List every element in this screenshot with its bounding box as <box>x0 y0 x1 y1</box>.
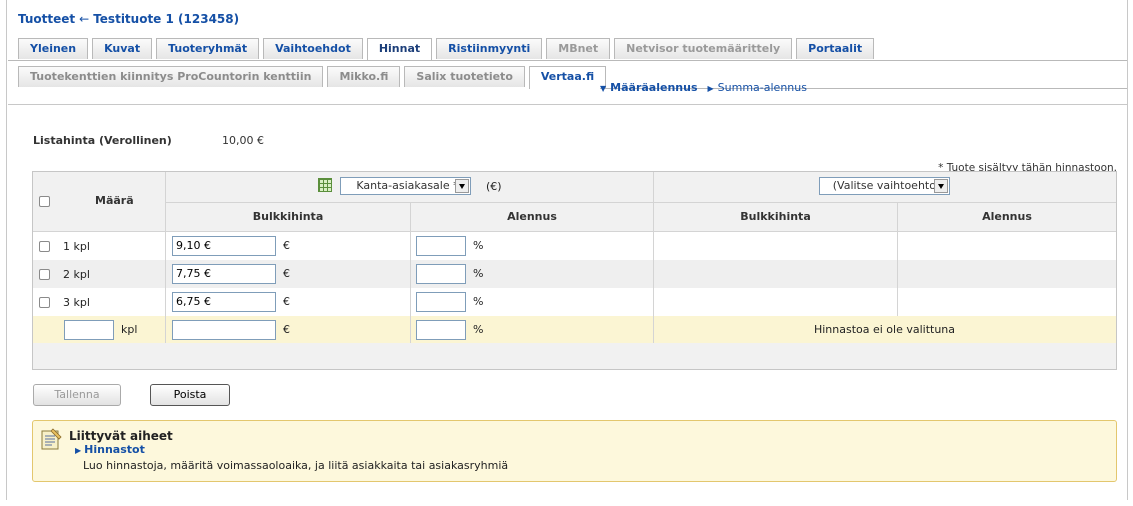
header-quantity-cell: Määrä <box>33 172 165 232</box>
header-bulk-left: Bulkkihinta <box>165 203 410 232</box>
pricelist-right-value: (Valitse vaihtoehto) <box>832 179 941 192</box>
tab-procountor[interactable]: Tuotekenttien kiinnitys ProCountorin ken… <box>18 66 324 87</box>
related-title: Liittyvät aiheet <box>69 429 173 443</box>
tab-kuvat[interactable]: Kuvat <box>92 38 153 59</box>
header-discount-left: Alennus <box>410 203 653 232</box>
tab-mbnet[interactable]: MBnet <box>546 38 611 59</box>
bulk-price-input[interactable]: 7,75 € <box>172 264 276 284</box>
tab-salix[interactable]: Salix tuotetieto <box>404 66 525 87</box>
chevron-down-icon <box>455 179 469 193</box>
table-row: 2 kpl 7,75 € € % <box>33 260 1116 288</box>
related-link-hinnastot[interactable]: ▶ Hinnastot <box>75 443 145 456</box>
tab-hinnat[interactable]: Hinnat <box>366 38 433 61</box>
subnav-summa-alennus[interactable]: ▶ Summa-alennus <box>708 81 807 94</box>
row-checkbox[interactable] <box>39 269 50 280</box>
header-discount-right: Alennus <box>897 203 1116 232</box>
no-pricelist-message: Hinnastoa ei ole valittuna <box>813 323 956 336</box>
section-divider <box>8 104 1127 105</box>
breadcrumb: Tuotteet ← Testituote 1 (123458) <box>18 12 239 26</box>
euro-label: € <box>283 295 290 308</box>
euro-label: € <box>283 267 290 280</box>
related-link-label: Hinnastot <box>84 443 145 456</box>
percent-label: % <box>473 267 484 280</box>
pricelist-left-value: Kanta-asiakasale * <box>356 179 459 192</box>
header-pricelist-left: Kanta-asiakasale * (€) <box>165 172 653 203</box>
currency-label: (€) <box>486 180 502 193</box>
chevron-down-icon <box>934 179 948 193</box>
subnav-current-label: Määräalennus <box>610 81 698 94</box>
tab-ristiinmyynti[interactable]: Ristiinmyynti <box>436 38 543 59</box>
new-row: kpl € % Hinnastoa ei ole valittuna <box>33 316 1116 343</box>
discount-subnav: ▼ Määräalennus ▶ Summa-alennus <box>600 81 807 94</box>
tab-portaalit[interactable]: Portaalit <box>796 38 875 59</box>
notepad-icon <box>41 428 62 450</box>
bulk-price-input[interactable]: 9,10 € <box>172 236 276 256</box>
related-topics: Liittyvät aiheet ▶ Hinnastot Luo hinnasto… <box>32 420 1117 482</box>
related-description: Luo hinnastoja, määritä voimassaoloaika,… <box>83 459 509 472</box>
list-price-label: Listahinta (Verollinen) <box>33 134 172 147</box>
tab-vaihtoehdot[interactable]: Vaihtoehdot <box>263 38 363 59</box>
percent-label: % <box>473 323 484 336</box>
discount-input[interactable] <box>416 264 466 284</box>
row-quantity: 3 kpl <box>63 296 90 309</box>
new-bulk-price-input[interactable] <box>172 320 276 340</box>
spreadsheet-icon[interactable] <box>318 178 332 192</box>
percent-label: % <box>473 239 484 252</box>
discount-input[interactable] <box>416 236 466 256</box>
subnav-other-label: Summa-alennus <box>717 81 807 94</box>
list-price-value: 10,00 € <box>222 134 264 147</box>
save-button[interactable]: Tallenna <box>33 384 121 406</box>
row-quantity: 1 kpl <box>63 240 90 253</box>
header-pricelist-right: (Valitse vaihtoehto) <box>653 172 1116 203</box>
percent-label: % <box>473 295 484 308</box>
row-checkbox[interactable] <box>39 241 50 252</box>
discount-input[interactable] <box>416 292 466 312</box>
new-discount-input[interactable] <box>416 320 466 340</box>
row-checkbox[interactable] <box>39 297 50 308</box>
tab-tuoteryhmat[interactable]: Tuoteryhmät <box>156 38 260 59</box>
new-quantity-input[interactable] <box>64 320 114 340</box>
secondary-tabs: Tuotekenttien kiinnitys ProCountorin ken… <box>18 66 610 89</box>
euro-label: € <box>283 239 290 252</box>
tab-mikko[interactable]: Mikko.fi <box>327 66 401 87</box>
tab-netvisor[interactable]: Netvisor tuotemäärittely <box>614 38 793 59</box>
tab-vertaa[interactable]: Vertaa.fi <box>528 66 607 89</box>
pricelist-select-left[interactable]: Kanta-asiakasale * <box>340 177 471 195</box>
table-row: 1 kpl 9,10 € € % <box>33 232 1116 260</box>
primary-tabs: Yleinen Kuvat Tuoteryhmät Vaihtoehdot Hi… <box>18 38 878 61</box>
breadcrumb-current[interactable]: Testituote 1 (123458) <box>93 12 239 26</box>
pricing-table: Määrä Kanta-asiakasale * (€) (Valitse va… <box>32 171 1117 370</box>
caret-down-icon: ▼ <box>600 84 607 93</box>
table-row: 3 kpl 6,75 € € % <box>33 288 1116 316</box>
delete-button[interactable]: Poista <box>150 384 230 406</box>
caret-right-icon: ▶ <box>707 84 714 93</box>
bulk-price-input[interactable]: 6,75 € <box>172 292 276 312</box>
select-all-checkbox[interactable] <box>39 196 50 207</box>
euro-label: € <box>283 323 290 336</box>
unit-label: kpl <box>121 323 138 336</box>
breadcrumb-root[interactable]: Tuotteet <box>18 12 75 26</box>
pricelist-select-right[interactable]: (Valitse vaihtoehto) <box>819 177 950 195</box>
header-quantity: Määrä <box>95 194 134 207</box>
breadcrumb-separator: ← <box>79 12 90 26</box>
subnav-maaraalennus[interactable]: ▼ Määräalennus <box>600 81 698 94</box>
row-quantity: 2 kpl <box>63 268 90 281</box>
tab-yleinen[interactable]: Yleinen <box>18 38 89 59</box>
caret-right-icon: ▶ <box>75 446 82 455</box>
header-bulk-right: Bulkkihinta <box>653 203 897 232</box>
tab-row-divider <box>8 60 1127 61</box>
